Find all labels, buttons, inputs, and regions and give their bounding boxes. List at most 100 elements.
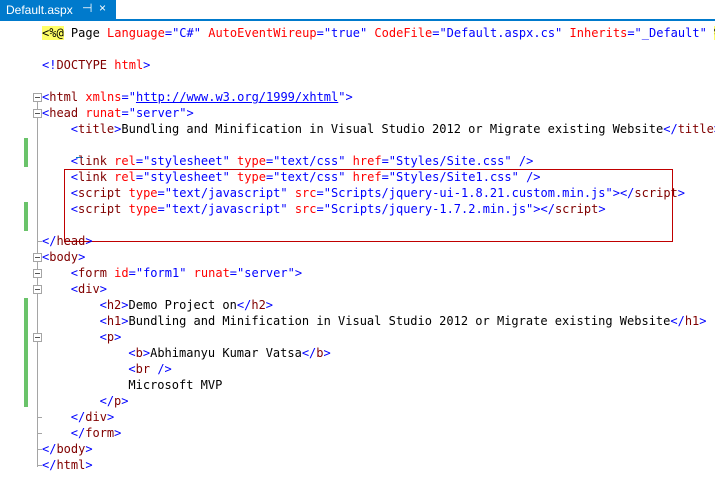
code-editor[interactable]: <%@ Page Language="C#" AutoEventWireup="… [0, 21, 715, 484]
code-token: form [85, 426, 115, 440]
code-token: script [634, 186, 678, 200]
code-token: head [56, 234, 86, 248]
code-line[interactable]: </head> [42, 233, 93, 249]
collapse-body-icon[interactable] [33, 253, 42, 262]
tab-default-aspx[interactable]: Default.aspx ⊣ × [0, 0, 116, 20]
pin-icon[interactable]: ⊣ [82, 1, 92, 15]
code-token: type [128, 186, 158, 200]
code-token: > [294, 266, 303, 280]
code-line[interactable]: </p> [42, 393, 129, 409]
code-token: "Scripts/jquery-1.7.2.min.js" [323, 202, 534, 216]
code-line[interactable]: <div> [42, 281, 107, 297]
code-token: = [627, 26, 635, 40]
collapse-html-icon[interactable] [33, 93, 42, 102]
code-token: </ [670, 314, 685, 328]
code-token: Abhimanyu Kumar Vatsa [150, 346, 302, 360]
code-line[interactable]: <script type="text/javascript" src="Scri… [42, 185, 685, 201]
code-token: Microsoft MVP [128, 378, 223, 392]
code-token: "form1" [135, 266, 187, 280]
code-line[interactable]: <body> [42, 249, 85, 265]
code-token: > [323, 346, 331, 360]
code-token: > [106, 410, 115, 424]
code-token: AutoEventWireup [208, 26, 317, 40]
code-token: < [99, 298, 107, 312]
code-token: </ [42, 442, 57, 456]
code-token: = [128, 266, 136, 280]
code-token: > [114, 426, 122, 440]
code-line[interactable]: <title>Bundling and Minification in Visu… [42, 121, 715, 137]
code-line[interactable]: </html> [42, 457, 93, 473]
collapse-head-icon[interactable] [33, 109, 42, 118]
code-token: head [49, 106, 79, 120]
code-token: script [78, 202, 122, 216]
code-line[interactable]: <!DOCTYPE html> [42, 57, 150, 73]
code-token: > [99, 282, 107, 296]
code-token: = [135, 154, 144, 168]
code-token: link [78, 154, 107, 168]
collapse-form-icon[interactable] [33, 269, 42, 278]
code-token: link [78, 170, 107, 184]
change-bar [24, 202, 28, 231]
code-token: < [128, 362, 136, 376]
change-bar [24, 138, 28, 167]
code-line[interactable]: </body> [42, 441, 93, 457]
code-line[interactable]: <head runat="server"> [42, 105, 194, 121]
code-token: > [78, 250, 86, 264]
code-token: </ [42, 234, 57, 248]
collapse-div-icon[interactable] [33, 285, 42, 294]
code-token: > [85, 234, 93, 248]
code-token: <! [42, 58, 57, 72]
code-token: < [99, 314, 107, 328]
code-line[interactable]: <link rel="stylesheet" type="text/css" h… [42, 169, 541, 185]
code-token: = [229, 266, 238, 280]
code-line[interactable]: </form> [42, 425, 122, 441]
document-tab-strip: Default.aspx ⊣ × [0, 0, 715, 21]
code-token: " [128, 90, 136, 104]
code-token: "text/javascript" [164, 186, 288, 200]
code-token: title [677, 122, 714, 136]
code-line[interactable]: </div> [42, 409, 114, 425]
code-token: href [352, 154, 382, 168]
code-token: script [78, 186, 122, 200]
code-token: > [121, 314, 129, 328]
close-icon[interactable]: × [99, 1, 106, 15]
code-token: html [56, 458, 86, 472]
code-token: title [78, 122, 115, 136]
code-token: = [157, 186, 165, 200]
code-line[interactable]: <h1>Bundling and Minification in Visual … [42, 313, 707, 329]
code-token: > [345, 90, 353, 104]
code-line[interactable]: <p> [42, 329, 122, 345]
code-line[interactable]: <h2>Demo Project on</h2> [42, 297, 273, 313]
collapse-p-icon[interactable] [33, 333, 42, 342]
code-token: body [56, 442, 86, 456]
code-token: CodeFile [374, 26, 433, 40]
code-token: </ [99, 394, 115, 408]
code-line[interactable]: <script type="text/javascript" src="Scri… [42, 201, 606, 217]
code-token: "_Default" [634, 26, 707, 40]
code-line[interactable]: Microsoft MVP [42, 377, 222, 393]
code-token: "true" [323, 26, 368, 40]
code-token: = [164, 26, 173, 40]
code-token: html [114, 58, 144, 72]
code-line[interactable]: <html xmlns="http://www.w3.org/1999/xhtm… [42, 89, 353, 105]
code-token: h1 [106, 314, 122, 328]
code-token: "Styles/Site.css" [388, 154, 512, 168]
code-line[interactable]: <link rel="stylesheet" type="text/css" h… [42, 153, 534, 169]
code-token: > [121, 394, 129, 408]
code-line[interactable]: <br /> [42, 361, 171, 377]
code-token: > [121, 298, 129, 312]
code-line[interactable]: <%@ Page Language="C#" AutoEventWireup="… [42, 25, 715, 41]
code-token: " [338, 90, 346, 104]
code-token: h2 [251, 298, 266, 312]
code-line[interactable]: <form id="form1" runat="server"> [42, 265, 302, 281]
code-line[interactable]: <b>Abhimanyu Kumar Vatsa</b> [42, 345, 331, 361]
code-token: runat [85, 106, 122, 120]
code-token: h1 [684, 314, 700, 328]
